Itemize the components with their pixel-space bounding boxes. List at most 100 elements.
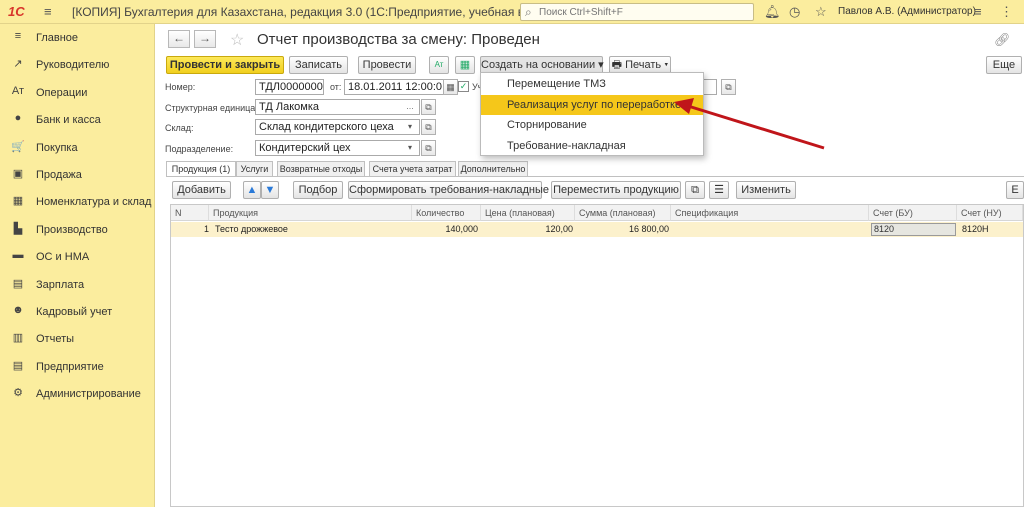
copy-icon[interactable]: ⧉ (685, 181, 705, 199)
number-field[interactable]: ТДЛ00000002 (255, 79, 324, 95)
open-unit-icon[interactable]: ⧉ (421, 99, 436, 115)
table-row[interactable]: 1 Тесто дрожжевое 140,000 120,00 16 800,… (171, 222, 1023, 237)
more-button[interactable]: Еще (986, 56, 1022, 74)
accounting-checkbox[interactable]: ✓ (458, 81, 469, 92)
tab[interactable]: Продукция (1) (166, 161, 236, 177)
row-number: 1 (203, 224, 209, 234)
sidebar-item-label: Покупка (36, 141, 78, 154)
menu-item[interactable]: Реализация услуг по переработке (481, 94, 703, 115)
row-account-nu: 8120Н (962, 224, 989, 234)
row-sum: 16 800,00 (628, 224, 669, 234)
tab[interactable]: Возвратные отходы (277, 161, 365, 176)
more-window-icon[interactable]: ⋮ (1000, 4, 1013, 20)
tab[interactable]: Счета учета затрат (369, 161, 456, 176)
post-button[interactable]: Провести (358, 56, 416, 74)
open-warehouse-icon[interactable]: ⧉ (421, 119, 436, 135)
open-division-icon[interactable]: ⧉ (421, 140, 436, 156)
structure-icon[interactable]: ▦ (455, 56, 475, 74)
move-up-icon[interactable]: ▲ (243, 181, 261, 199)
column-header[interactable]: Счет (БУ) (869, 205, 957, 221)
sidebar-item[interactable]: 🛒 Покупка (0, 136, 155, 160)
create-based-on-menu: Перемещение ТМЗ Реализация услуг по перер… (480, 72, 704, 156)
operations-icon: Ат (11, 84, 25, 97)
sidebar-item[interactable]: ≡ Главное (0, 26, 155, 50)
row-price: 120,00 (545, 224, 573, 234)
change-button[interactable]: Изменить (736, 181, 796, 199)
add-button[interactable]: Добавить (172, 181, 231, 199)
main-menu-icon[interactable]: ≡ (44, 4, 52, 19)
search-input[interactable] (539, 5, 749, 19)
sidebar: ≡ Главное ↗ Руководителю Ат Операции ● Банк и к… (0, 24, 155, 507)
sidebar-item[interactable]: ▬ ОС и НМА (0, 245, 155, 269)
sidebar-item[interactable]: ▤ Предприятие (0, 355, 155, 379)
settings-menu-icon[interactable]: ≡ (974, 4, 982, 19)
column-header[interactable]: Цена (плановая) (481, 205, 575, 221)
list-icon[interactable]: ☰ (709, 181, 729, 199)
search-box[interactable]: ⌕ (520, 3, 754, 21)
link-icon[interactable]: 🔗︎ (994, 32, 1011, 48)
move-products-button[interactable]: Переместить продукцию (551, 181, 681, 199)
sidebar-item[interactable]: ▤ Зарплата (0, 273, 155, 297)
column-header[interactable]: Счет (НУ) (957, 205, 1023, 221)
menu-item[interactable]: Перемещение ТМЗ (481, 74, 703, 94)
sidebar-item[interactable]: ↗ Руководителю (0, 53, 155, 77)
sidebar-item[interactable]: ▦ Номенклатура и склад (0, 190, 155, 214)
forward-button[interactable]: → (194, 30, 216, 48)
menu-item[interactable]: Требование-накладная (481, 136, 703, 156)
column-header[interactable]: Продукция (209, 205, 412, 221)
user-name[interactable]: Павлов А.В. (Администратор) (838, 6, 976, 17)
sidebar-item-label: Зарплата (36, 278, 85, 291)
tab[interactable]: Дополнительно (458, 161, 528, 176)
unit-field[interactable]: ТД Лакомка (255, 99, 420, 115)
favorite-star-icon[interactable]: ☆ (230, 30, 244, 50)
column-header[interactable]: Спецификация (671, 205, 869, 221)
history-icon[interactable]: ◷ (789, 4, 800, 20)
move-down-icon[interactable]: ▼ (261, 181, 279, 199)
sidebar-item-label: Руководителю (36, 59, 110, 72)
select-more-icon[interactable]: … (403, 100, 417, 114)
favorites-star-icon[interactable]: ☆ (815, 4, 827, 20)
money-icon: ▤ (12, 277, 24, 290)
bell-icon[interactable]: 🔔︎ (764, 4, 781, 20)
row-account-bu[interactable]: 8120 (871, 223, 956, 236)
sidebar-item[interactable]: ● Банк и касса (0, 108, 155, 132)
back-button[interactable]: ← (168, 30, 190, 48)
tab-divider (166, 176, 1024, 177)
menu-item[interactable]: Сторнирование (481, 115, 703, 135)
save-button[interactable]: Записать (289, 56, 348, 74)
division-field[interactable]: Кондитерский цех (255, 140, 420, 156)
sidebar-item-label: Администрирование (36, 388, 141, 401)
sidebar-item-label: Предприятие (36, 360, 104, 373)
app-logo: 1С (8, 4, 25, 19)
date-field[interactable]: 18.01.2011 12:00:0 (344, 79, 448, 95)
post-and-close-button[interactable]: Провести и закрыть (166, 56, 284, 74)
warehouse-dropdown-icon[interactable]: ▾ (403, 120, 417, 134)
division-dropdown-icon[interactable]: ▾ (403, 141, 417, 155)
open-icon[interactable]: ⧉ (721, 79, 736, 95)
products-table: N Продукция Количество Цена (плановая) Сумма… (170, 204, 1024, 507)
sidebar-item[interactable]: ▣ Продажа (0, 163, 155, 187)
select-button[interactable]: Подбор (293, 181, 343, 199)
calendar-icon[interactable]: ▦ (443, 79, 458, 95)
factory-icon: ▙ (13, 222, 23, 235)
sidebar-item[interactable]: ⚙ Администрирование (0, 382, 155, 406)
sidebar-item[interactable]: ▥ Отчеты (0, 327, 155, 351)
column-header[interactable]: Сумма (плановая) (575, 205, 671, 221)
column-header[interactable]: Количество (412, 205, 481, 221)
debit-credit-icon[interactable]: Ат (429, 56, 449, 74)
sidebar-item[interactable]: ▙ Производство (0, 218, 155, 242)
table-more-button[interactable]: Е (1006, 181, 1024, 199)
sidebar-item[interactable]: Ат Операции (0, 81, 155, 105)
sidebar-item[interactable]: ☻ Кадровый учет (0, 300, 155, 324)
form-requirements-button[interactable]: Сформировать требования-накладные (348, 181, 549, 199)
tab[interactable]: Услуги (236, 161, 273, 176)
warehouse-field[interactable]: Склад кондитерского цеха (255, 119, 420, 135)
bag-icon: ▣ (12, 168, 24, 180)
sidebar-item-label: Банк и касса (36, 114, 101, 127)
unit-label: Структурная единица: (165, 103, 258, 113)
sidebar-item-label: Кадровый учет (36, 306, 113, 318)
menu-icon: ≡ (14, 30, 22, 42)
from-label: от: (330, 82, 342, 92)
column-header[interactable]: N (171, 205, 209, 221)
create-based-on-label: Создать на основании (481, 59, 596, 71)
